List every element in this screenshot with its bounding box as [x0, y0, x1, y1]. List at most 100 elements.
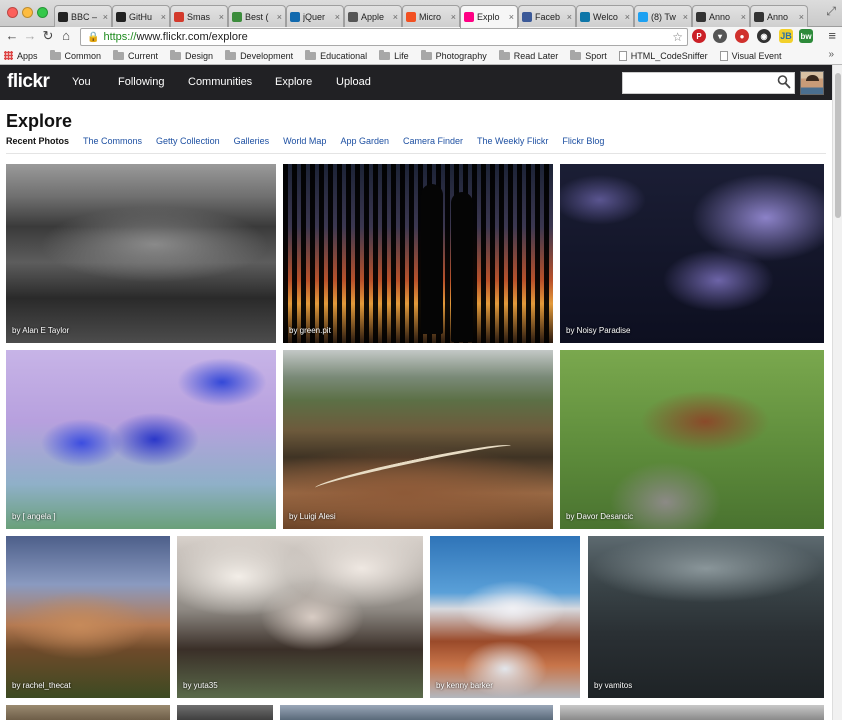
close-tab-icon[interactable]: ×	[451, 12, 456, 22]
photo-tile[interactable]: by kenny barker	[430, 536, 580, 698]
nav-upload[interactable]: Upload	[336, 76, 371, 88]
search-input[interactable]	[622, 72, 795, 94]
bookmark-educational[interactable]: Educational	[305, 49, 367, 61]
subnav-recent-photos[interactable]: Recent Photos	[6, 136, 69, 146]
pinterest-icon[interactable]: P	[692, 29, 706, 43]
reload-icon[interactable]: ↻	[40, 28, 56, 44]
photo-credit[interactable]: by yuta35	[183, 681, 218, 690]
close-tab-icon[interactable]: ×	[393, 12, 398, 22]
close-tab-icon[interactable]: ×	[103, 12, 108, 22]
tab-jquery[interactable]: jQuer ×	[286, 5, 344, 27]
fullscreen-icon[interactable]: ⤢	[826, 4, 836, 19]
close-tab-icon[interactable]: ×	[625, 12, 630, 22]
bookmark-read-later[interactable]: Read Later	[498, 49, 558, 61]
avatar[interactable]	[800, 71, 824, 95]
tab-bbc[interactable]: BBC – ×	[54, 5, 112, 27]
subnav-camera-finder[interactable]: Camera Finder	[403, 136, 463, 146]
close-tab-icon[interactable]: ×	[509, 12, 514, 22]
subnav-getty-collection[interactable]: Getty Collection	[156, 136, 220, 146]
photo-credit[interactable]: by Davor Desancic	[566, 512, 633, 521]
flickr-logo[interactable]: flickr	[7, 71, 50, 93]
tab-microsoft[interactable]: Micro ×	[402, 5, 460, 27]
photo-tile-partial[interactable]	[560, 705, 824, 720]
photo-tile[interactable]: by yuta35	[177, 536, 423, 698]
subnav-app-garden[interactable]: App Garden	[340, 136, 389, 146]
photo-tile[interactable]: by Alan E Taylor	[6, 164, 276, 343]
adblock-icon[interactable]: ●	[735, 29, 749, 43]
tab-linkedin[interactable]: Welco ×	[576, 5, 634, 27]
subnav-world-map[interactable]: World Map	[283, 136, 326, 146]
bw-extension-icon[interactable]: bw	[799, 29, 813, 43]
bookmark-common[interactable]: Common	[49, 49, 101, 61]
photo-credit[interactable]: by [ angela ]	[12, 512, 56, 521]
menu-icon[interactable]: ≡	[828, 28, 836, 43]
address-bar[interactable]: 🔒 https:// www.flickr.com/explore ☆	[80, 28, 688, 46]
jb-extension-icon[interactable]: JB	[779, 29, 793, 43]
photo-tile[interactable]: by Luigi Alesi	[283, 350, 553, 529]
forward-arrow-icon[interactable]: →	[22, 28, 38, 44]
bookmark-photography[interactable]: Photography	[420, 49, 487, 61]
bookmark-life[interactable]: Life	[379, 49, 409, 61]
photo-tile[interactable]: by Davor Desancic	[560, 350, 824, 529]
page-scrollbar[interactable]	[832, 65, 842, 720]
photo-credit[interactable]: by vamitos	[594, 681, 632, 690]
more-bookmarks-icon[interactable]: »	[828, 49, 834, 60]
close-tab-icon[interactable]: ×	[741, 12, 746, 22]
photo-tile[interactable]: by Noisy Paradise	[560, 164, 824, 343]
subnav-weekly-flickr[interactable]: The Weekly Flickr	[477, 136, 548, 146]
subnav-galleries[interactable]: Galleries	[234, 136, 270, 146]
photo-tile[interactable]: by rachel_thecat	[6, 536, 170, 698]
bookmark-star-icon[interactable]: ☆	[672, 30, 683, 44]
tab-annotate[interactable]: Anno ×	[692, 5, 750, 27]
search-icon[interactable]	[777, 74, 791, 90]
bookmark-apps[interactable]: Apps	[4, 51, 38, 61]
minimize-window-button[interactable]	[22, 7, 33, 18]
bookmark-visual-event[interactable]: Visual Event	[719, 50, 782, 61]
bookmark-sport[interactable]: Sport	[570, 49, 607, 61]
bookmark-development[interactable]: Development	[225, 49, 293, 61]
scrollbar-thumb[interactable]	[835, 73, 841, 218]
close-tab-icon[interactable]: ×	[161, 12, 166, 22]
back-arrow-icon[interactable]: ←	[4, 28, 20, 44]
bookmark-html-codesniffer[interactable]: HTML_CodeSniffer	[618, 50, 708, 61]
photo-credit[interactable]: by rachel_thecat	[12, 681, 71, 690]
tab-annotate[interactable]: Anno ×	[750, 5, 808, 27]
photo-credit[interactable]: by Noisy Paradise	[566, 326, 630, 335]
photo-tile[interactable]: by green.pit	[283, 164, 553, 343]
photo-credit[interactable]: by Luigi Alesi	[289, 512, 336, 521]
pocket-icon[interactable]: ▾	[713, 29, 727, 43]
close-tab-icon[interactable]: ×	[567, 12, 572, 22]
nav-following[interactable]: Following	[118, 76, 164, 88]
zoom-window-button[interactable]	[37, 7, 48, 18]
photo-tile-partial[interactable]	[6, 705, 170, 720]
close-window-button[interactable]	[7, 7, 18, 18]
vimeo-icon[interactable]: ◉	[757, 29, 771, 43]
photo-tile-partial[interactable]	[280, 705, 553, 720]
tab-best[interactable]: Best (×	[228, 5, 286, 27]
tab-smashing[interactable]: Smas ×	[170, 5, 228, 27]
subnav-flickr-blog[interactable]: Flickr Blog	[562, 136, 604, 146]
tab-flickr[interactable]: Explo ×	[460, 5, 518, 28]
close-tab-icon[interactable]: ×	[219, 12, 224, 22]
tab-facebook[interactable]: Faceb ×	[518, 5, 576, 27]
subnav-the-commons[interactable]: The Commons	[83, 136, 142, 146]
photo-tile[interactable]: by vamitos	[588, 536, 824, 698]
tab-apple[interactable]: Apple ×	[344, 5, 402, 27]
close-tab-icon[interactable]: ×	[799, 12, 804, 22]
nav-explore[interactable]: Explore	[275, 76, 312, 88]
photo-credit[interactable]: by Alan E Taylor	[12, 326, 69, 335]
photo-credit[interactable]: by kenny barker	[436, 681, 493, 690]
home-icon[interactable]: ⌂	[58, 28, 74, 44]
nav-communities[interactable]: Communities	[188, 76, 252, 88]
nav-you[interactable]: You	[72, 76, 91, 88]
photo-credit[interactable]: by green.pit	[289, 326, 331, 335]
tab-twitter[interactable]: (8) Tw ×	[634, 5, 692, 27]
close-tab-icon[interactable]: ×	[335, 12, 340, 22]
photo-tile-partial[interactable]	[177, 705, 273, 720]
close-tab-icon[interactable]: ×	[683, 12, 688, 22]
bookmark-current[interactable]: Current	[113, 49, 158, 61]
close-tab-icon[interactable]: ×	[277, 12, 282, 22]
bookmark-design[interactable]: Design	[170, 49, 213, 61]
photo-tile[interactable]: by [ angela ]	[6, 350, 276, 529]
tab-github[interactable]: GitHu ×	[112, 5, 170, 27]
